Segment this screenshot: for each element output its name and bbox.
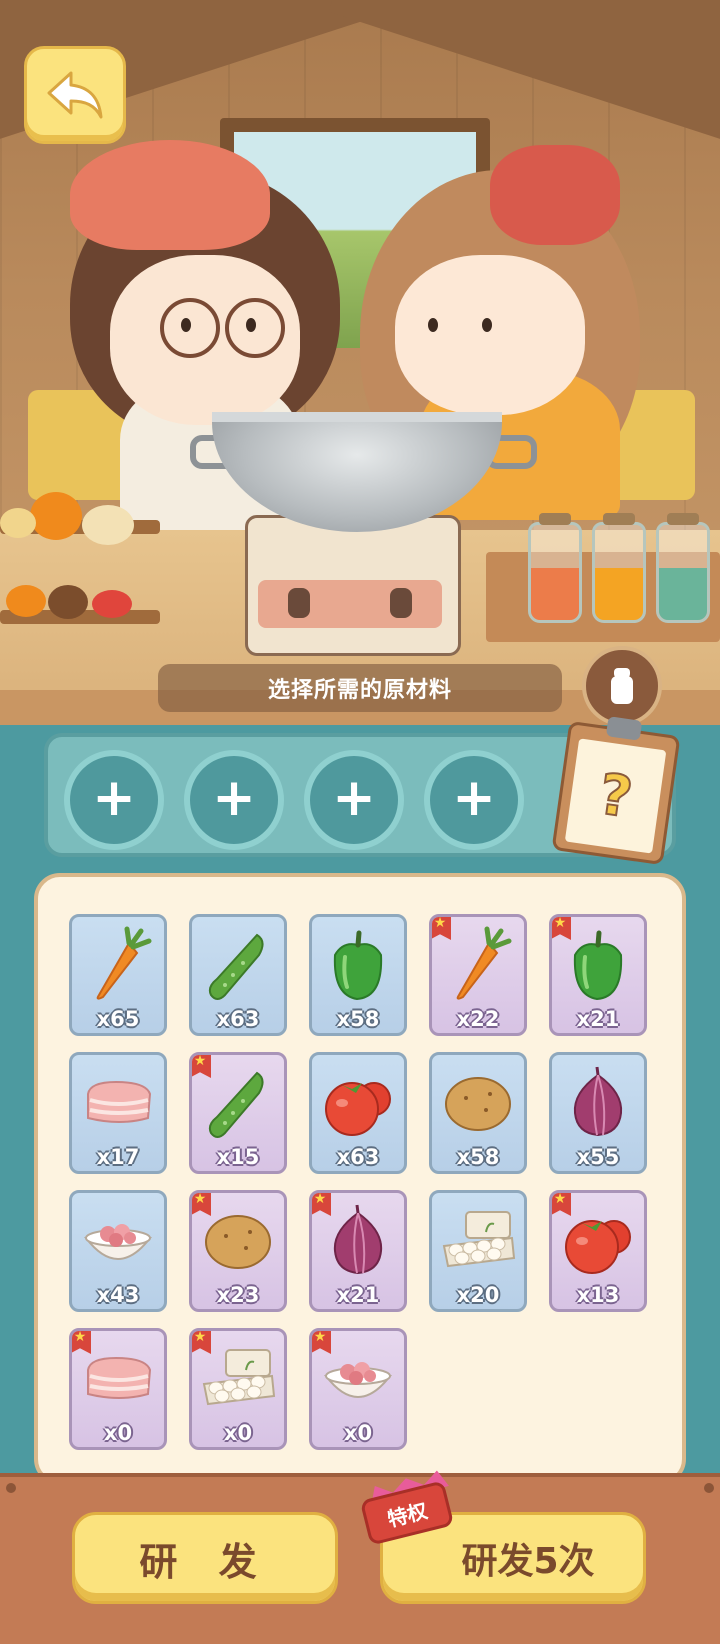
cucumber-icon xyxy=(192,923,284,1007)
eye xyxy=(181,318,191,332)
ingredient-count: x21 xyxy=(336,1283,380,1307)
ingredient-card-green-pepper[interactable]: ★ x21 xyxy=(549,914,647,1036)
ingredient-card-eggs[interactable]: ★ x0 xyxy=(189,1328,287,1450)
ingredient-count: x63 xyxy=(336,1145,380,1169)
plus-icon: + xyxy=(92,768,136,828)
ingredient-card-minced-meat[interactable]: x43 xyxy=(69,1190,167,1312)
ingredient-card-green-pepper[interactable]: x58 xyxy=(309,914,407,1036)
tomato-icon xyxy=(312,1061,404,1145)
eye xyxy=(482,318,492,332)
stove-knob xyxy=(390,588,412,618)
stove xyxy=(245,515,461,656)
ingredient-count: x13 xyxy=(576,1283,620,1307)
back-button[interactable] xyxy=(24,46,126,144)
jar-icon xyxy=(592,513,646,623)
ingredient-count: x15 xyxy=(216,1145,260,1169)
ingredient-count: x20 xyxy=(456,1283,500,1307)
ingredient-count: x0 xyxy=(343,1421,373,1445)
ingredient-count: x43 xyxy=(96,1283,140,1307)
fruit-icon xyxy=(0,508,36,538)
eye xyxy=(428,318,438,332)
question-mark-icon: ? xyxy=(594,761,637,832)
ingredient-count: x58 xyxy=(456,1145,500,1169)
ingredient-count: x58 xyxy=(336,1007,380,1031)
ingredient-card-carrot[interactable]: ★ x22 xyxy=(429,914,527,1036)
jar-icon xyxy=(656,513,710,623)
ingredient-count: x21 xyxy=(576,1007,620,1031)
seasoning-button[interactable] xyxy=(582,646,662,726)
ingredient-card-pork-belly[interactable]: ★ x0 xyxy=(69,1328,167,1450)
ingredient-card-potato[interactable]: ★ x23 xyxy=(189,1190,287,1312)
ingredient-slot-1[interactable]: + xyxy=(64,750,164,850)
ingredient-card-onion[interactable]: ★ x21 xyxy=(309,1190,407,1312)
salt-shaker-icon xyxy=(611,668,633,704)
coconut-icon xyxy=(48,585,88,619)
ingredient-count: x0 xyxy=(103,1421,133,1445)
pork-belly-icon xyxy=(72,1061,164,1145)
ingredient-count: x63 xyxy=(216,1007,260,1031)
tomato-icon xyxy=(92,590,132,618)
instruction-text: 选择所需的原材料 xyxy=(267,678,452,703)
ingredient-count: x17 xyxy=(96,1145,140,1169)
ingredient-card-cucumber[interactable]: ★ x15 xyxy=(189,1052,287,1174)
eggs-icon xyxy=(432,1199,524,1283)
privilege-badge-label: 特权 xyxy=(385,1497,430,1531)
develop-button-label: 研 发 xyxy=(139,1539,271,1584)
ingredient-slot-4[interactable]: + xyxy=(424,750,524,850)
instruction-banner: 选择所需的原材料 xyxy=(158,664,562,712)
onion-icon xyxy=(552,1061,644,1145)
ingredient-card-pork-belly[interactable]: x17 xyxy=(69,1052,167,1174)
ingredient-card-tomato[interactable]: ★ x13 xyxy=(549,1190,647,1312)
orange-icon xyxy=(30,492,82,540)
minced-meat-icon xyxy=(72,1199,164,1283)
ingredient-slot-3[interactable]: + xyxy=(304,750,404,850)
eye xyxy=(246,318,256,332)
ingredient-card-cucumber[interactable]: x63 xyxy=(189,914,287,1036)
develop-5-times-label: 研发5次 xyxy=(461,1541,595,1582)
onion-icon xyxy=(82,505,134,545)
ingredient-card-tomato[interactable]: x63 xyxy=(309,1052,407,1174)
ingredient-count: x22 xyxy=(456,1007,500,1031)
ingredient-count: x23 xyxy=(216,1283,260,1307)
hair-bow xyxy=(490,145,620,245)
stove-front xyxy=(258,580,442,628)
character-right-face xyxy=(395,255,585,415)
develop-button[interactable]: 研 发 xyxy=(72,1512,338,1604)
orange-icon xyxy=(6,585,46,617)
ingredient-count: x0 xyxy=(223,1421,253,1445)
ingredient-count: x65 xyxy=(96,1007,140,1031)
recipe-clipboard-button[interactable]: ? xyxy=(551,716,681,866)
plus-icon: + xyxy=(332,768,376,828)
stove-knob xyxy=(288,588,310,618)
green-pepper-icon xyxy=(312,923,404,1007)
potato-icon xyxy=(432,1061,524,1145)
carrot-icon xyxy=(72,923,164,1007)
jar-icon xyxy=(528,513,582,623)
ingredient-card-minced-meat[interactable]: ★ x0 xyxy=(309,1328,407,1450)
ingredient-card-eggs[interactable]: x20 xyxy=(429,1190,527,1312)
ingredient-card-potato[interactable]: x58 xyxy=(429,1052,527,1174)
back-arrow-icon xyxy=(47,71,103,119)
ingredient-card-onion[interactable]: x55 xyxy=(549,1052,647,1174)
plus-icon: + xyxy=(212,768,256,828)
beret-hat xyxy=(70,140,270,250)
ingredient-card-carrot[interactable]: x65 xyxy=(69,914,167,1036)
ingredient-slot-2[interactable]: + xyxy=(184,750,284,850)
ingredient-count: x55 xyxy=(576,1145,620,1169)
plus-icon: + xyxy=(452,768,496,828)
